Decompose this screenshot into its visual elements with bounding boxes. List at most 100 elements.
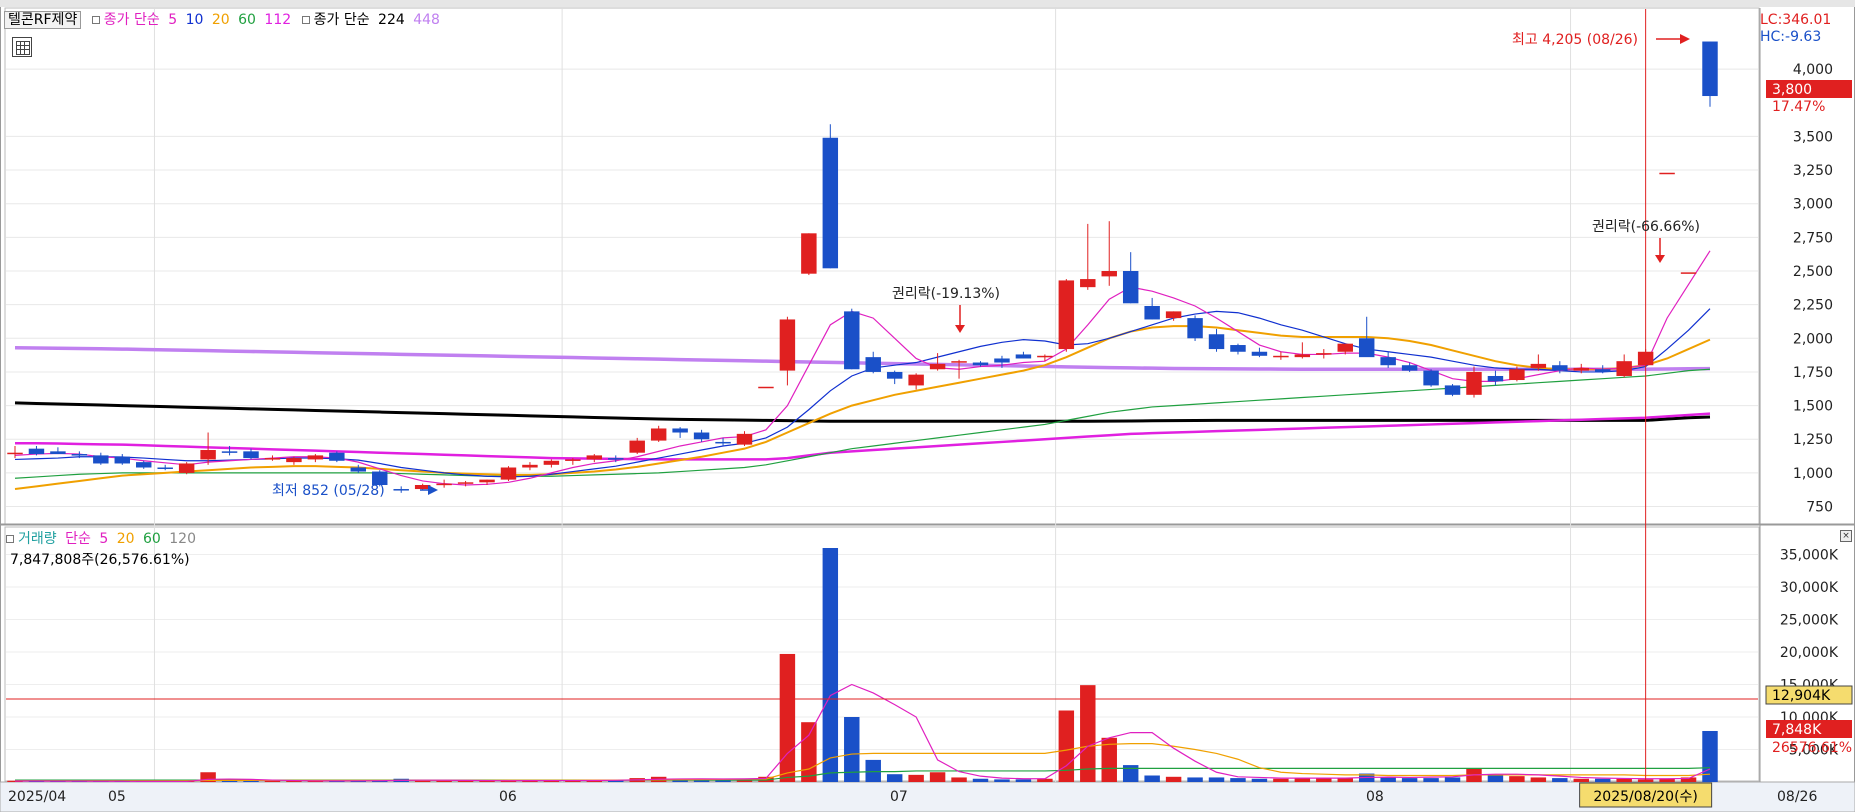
volume-ma-label: 단순	[65, 531, 91, 547]
volume-ma-5: 5	[99, 531, 109, 547]
candle-body	[1509, 369, 1525, 381]
current-price-label: 3,800	[1772, 82, 1812, 98]
candle-body	[779, 319, 796, 371]
candle-body	[972, 362, 989, 366]
candle-body	[736, 433, 753, 445]
volume-bar	[1251, 778, 1268, 782]
volume-bar	[1530, 777, 1547, 782]
price-tick-label: 4,000	[1793, 62, 1833, 78]
ma-period-448: 448	[413, 12, 440, 28]
candle-body	[286, 458, 302, 463]
volume-bar	[1594, 778, 1611, 782]
volume-info: 7,847,808주(26,576.61%)	[10, 552, 190, 568]
ma-period-5: 5	[168, 12, 178, 28]
ma-period-20: 20	[211, 12, 230, 28]
hc-label: HC:-9.63	[1760, 29, 1821, 45]
candle-body	[457, 482, 474, 484]
candle-body	[1444, 385, 1461, 395]
candle-body	[908, 374, 924, 386]
volume-bar	[1401, 778, 1418, 782]
candle-body	[1165, 311, 1182, 319]
candle-body	[886, 371, 903, 379]
volume-bar	[1423, 778, 1439, 782]
volume-bar	[1573, 778, 1589, 782]
candle-body	[586, 455, 603, 460]
candle-body	[28, 448, 45, 455]
candle-body	[543, 460, 560, 465]
price-tick-label: 1,750	[1793, 365, 1833, 381]
candle-body	[1573, 367, 1589, 371]
candle-body	[1101, 271, 1117, 277]
chart-canvas[interactable]: 750 1,000 1,250 1,500 1,750 2,000 2,250 2,500 2,…	[0, 0, 1855, 812]
change-pct-label: 17.47%	[1772, 99, 1825, 115]
candle-body	[264, 458, 281, 460]
candle-body	[221, 451, 238, 453]
grid-toggle-icon[interactable]	[12, 37, 32, 57]
candle-body	[565, 459, 581, 461]
candle-body	[93, 455, 109, 464]
x-tick-label: 08	[1366, 789, 1384, 805]
legend-square-icon	[6, 534, 14, 543]
candle-body	[1058, 280, 1075, 350]
candle-body	[608, 458, 624, 460]
candle-body	[1015, 354, 1032, 359]
candle-body	[1230, 345, 1246, 352]
volume-bar	[886, 774, 903, 782]
stock-name[interactable]: 텔콘RF제약	[4, 11, 82, 29]
close-icon[interactable]: ×	[1840, 530, 1852, 542]
candle-body	[136, 462, 152, 468]
current-volume-label: 7,848K	[1772, 722, 1822, 738]
price-tick-label: 3,250	[1793, 163, 1833, 179]
candle-body	[114, 456, 131, 464]
cursor-date-label: 2025/08/20(수)	[1593, 789, 1698, 805]
candle-body	[1037, 355, 1053, 358]
candle-body	[307, 455, 324, 460]
x-tick-label: 2025/04	[8, 789, 66, 805]
candle-body	[1594, 369, 1611, 372]
volume-bar	[951, 777, 967, 782]
price-tick-label: 1,500	[1793, 399, 1833, 415]
high-annotation: 최고 4,205 (08/26)	[1512, 32, 1638, 48]
candle-body	[1187, 318, 1203, 339]
volume-ma-60: 60	[142, 531, 161, 547]
volume-pct-label: 26576.61%	[1772, 740, 1852, 756]
candle-body	[951, 361, 967, 363]
candle-body	[650, 428, 667, 441]
candle-body	[1616, 361, 1632, 376]
volume-bar	[801, 722, 817, 782]
candle-body	[479, 479, 495, 483]
candle-body	[801, 233, 817, 274]
candle-body	[500, 467, 517, 480]
candle-body	[178, 463, 195, 473]
vol-ref-label: 12,904K	[1772, 688, 1831, 704]
candle-body	[929, 363, 946, 370]
candle-body	[693, 432, 710, 440]
candle-body	[522, 464, 538, 468]
price-legend: 텔콘RF제약 종가 단순 5 10 20 60 112 종가 단순 224 44…	[4, 9, 444, 29]
candle-body	[844, 311, 860, 370]
candle-body	[822, 137, 839, 269]
volume-tick-label: 30,000K	[1780, 580, 1839, 596]
volume-bar	[994, 779, 1010, 782]
candle-body	[1401, 365, 1418, 371]
volume-bar	[1616, 778, 1632, 782]
volume-bar	[1380, 777, 1396, 782]
candle-body	[1294, 354, 1311, 358]
volume-ma-20: 20	[116, 531, 135, 547]
volume-ma-120: 120	[169, 531, 196, 547]
ma-label: 종가 단순	[103, 12, 160, 28]
candle-body	[1659, 172, 1675, 175]
volume-bar	[1058, 710, 1075, 782]
candle-body	[1337, 343, 1353, 352]
candle-body	[1552, 365, 1568, 371]
legend-square-icon	[91, 15, 100, 24]
volume-bar	[1273, 778, 1289, 782]
price-tick-label: 2,750	[1793, 230, 1833, 246]
volume-bar	[1208, 777, 1225, 782]
volume-bar	[1552, 778, 1568, 782]
rights-annotation-2: 권리락(-66.66%)	[1592, 219, 1700, 235]
volume-tick-label: 20,000K	[1780, 645, 1839, 661]
volume-bar	[908, 774, 924, 782]
price-tick-label: 750	[1806, 500, 1833, 516]
candle-body	[865, 357, 881, 372]
